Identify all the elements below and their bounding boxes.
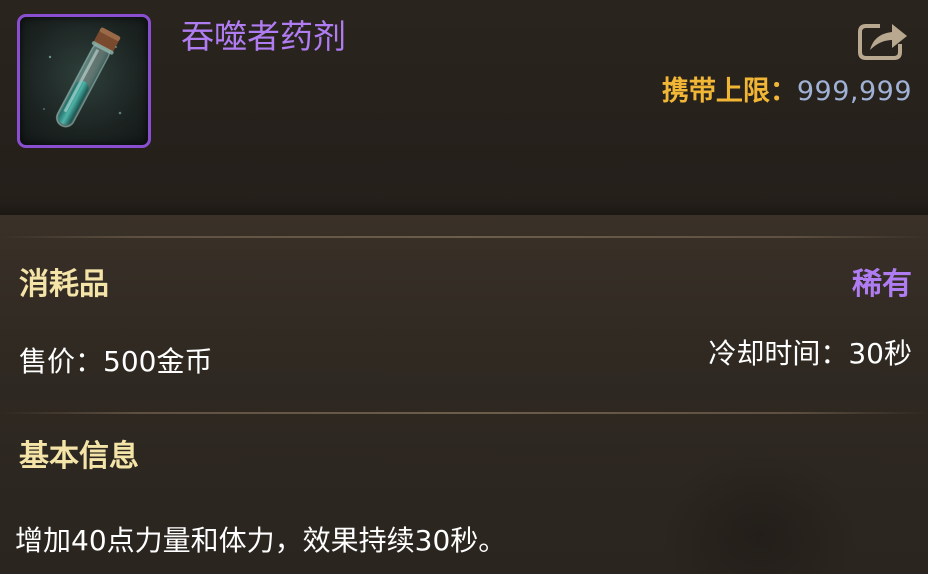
carry-limit: 携带上限：999,999 [662,73,912,111]
carry-limit-separator: ： [769,76,797,107]
divider [0,412,928,414]
item-price: 售价：500金币 [19,345,213,378]
item-name: 吞噬者药剂 [181,17,346,56]
item-icon-frame [17,14,151,148]
item-description: 增加40点力量和体力，效果持续30秒。 [15,524,507,557]
share-button[interactable] [854,18,910,62]
item-rarity: 稀有 [852,267,912,302]
section-title: 基本信息 [19,439,139,474]
carry-limit-value: 999,999 [796,76,912,107]
potion-vial-icon [43,27,122,128]
divider [0,236,928,238]
item-cooldown: 冷却时间：30秒 [708,337,912,370]
carry-limit-label: 携带上限 [661,76,770,107]
header-shadow [0,200,928,215]
item-category: 消耗品 [19,267,109,302]
share-export-icon [858,24,907,60]
